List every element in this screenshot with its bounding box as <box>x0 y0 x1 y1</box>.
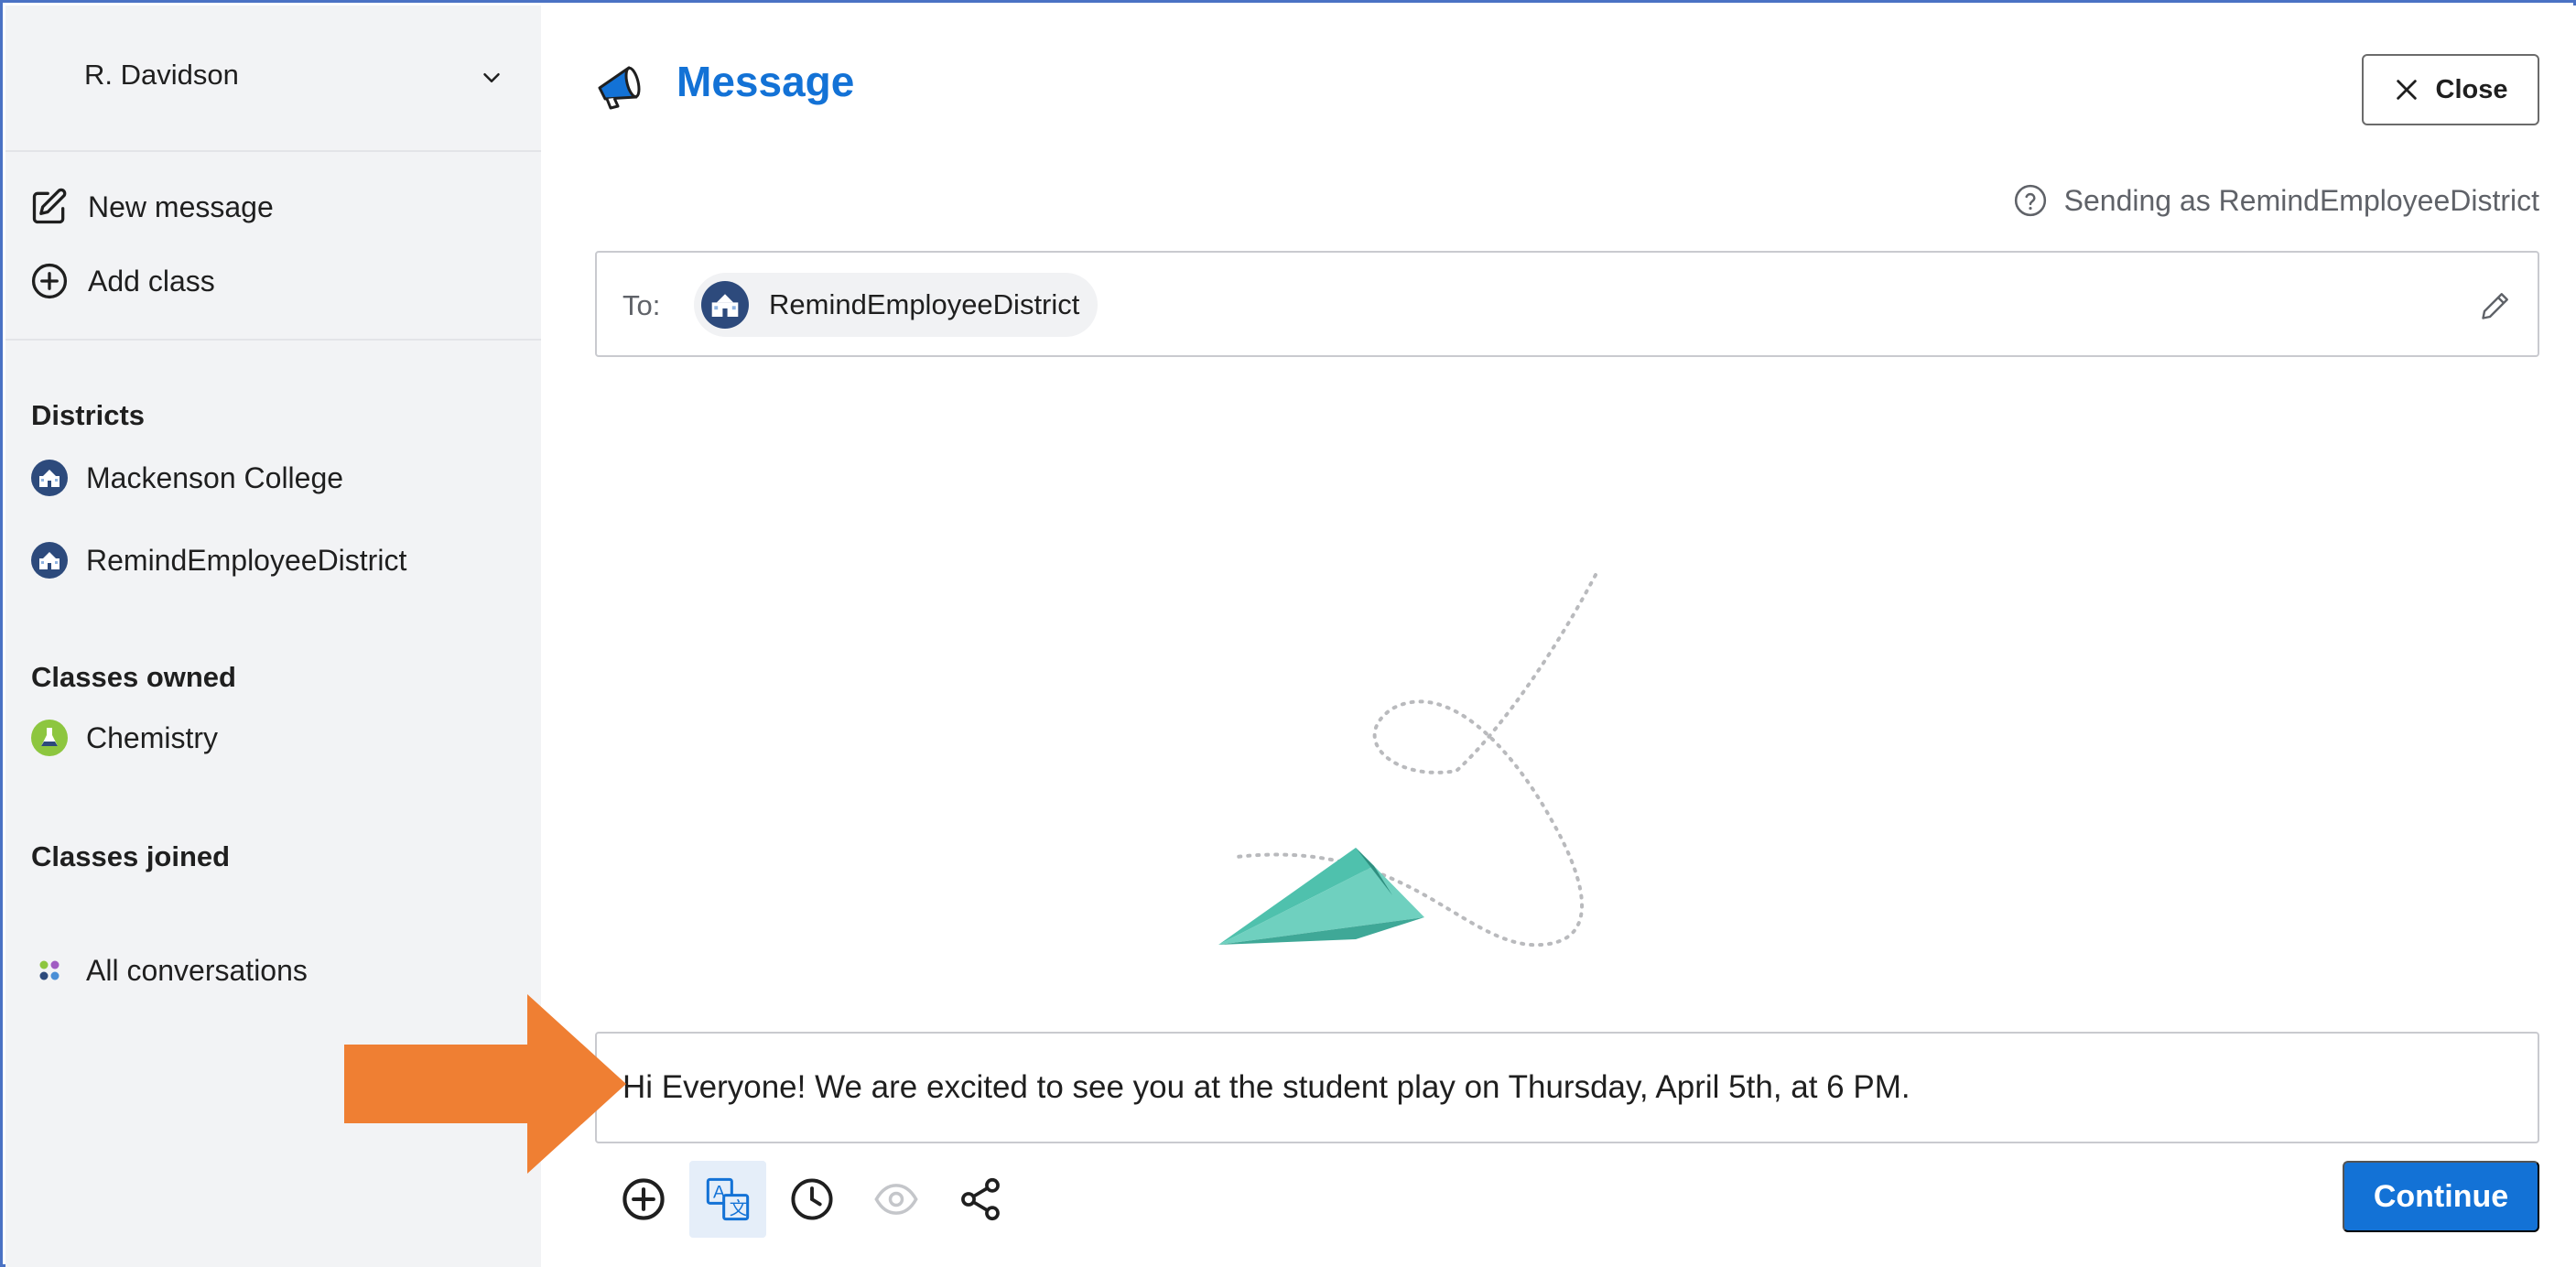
sidebar-item-remindemployeedistrict[interactable]: RemindEmployeeDistrict <box>31 535 406 586</box>
schedule-clock-icon <box>791 1178 833 1220</box>
svg-text:文: 文 <box>730 1198 748 1218</box>
recipient-field[interactable]: To: RemindEmployeeDistrict <box>595 251 2539 357</box>
flask-icon <box>31 720 68 756</box>
compose-icon <box>32 188 67 224</box>
sidebar-item-label: Mackenson College <box>86 460 344 494</box>
school-building-icon <box>31 460 68 496</box>
account-name: R. Davidson <box>84 59 239 91</box>
districts-heading: Districts <box>31 399 146 431</box>
orange-arrow-annotation <box>344 994 626 1174</box>
translate-icon: A文 <box>706 1177 750 1221</box>
school-building-icon <box>701 281 749 329</box>
preview-button[interactable] <box>858 1161 935 1238</box>
grid-dots-icon <box>39 960 60 980</box>
megaphone-icon <box>598 66 641 110</box>
add-class-button[interactable]: Add class <box>29 254 215 309</box>
close-label: Close <box>2435 74 2508 104</box>
new-message-button[interactable]: New message <box>29 179 274 234</box>
share-icon <box>961 1177 1000 1221</box>
composer-toolbar: A文 <box>605 1161 1026 1238</box>
sidebar-item-all-conversations[interactable]: All conversations <box>31 945 308 996</box>
add-attachment-button[interactable] <box>605 1161 682 1238</box>
sidebar-item-label: RemindEmployeeDistrict <box>86 543 407 577</box>
sending-as-info: Sending as RemindEmployeeDistrict <box>2013 183 2539 218</box>
close-icon <box>2396 80 2417 100</box>
recipient-chip[interactable]: RemindEmployeeDistrict <box>694 273 1099 337</box>
classes-owned-heading: Classes owned <box>31 661 236 693</box>
schedule-button[interactable] <box>774 1161 850 1238</box>
sidebar-item-chemistry[interactable]: Chemistry <box>31 712 218 763</box>
sending-as-text: Sending as RemindEmployeeDistrict <box>2063 183 2539 217</box>
new-message-label: New message <box>88 190 274 223</box>
translate-button[interactable]: A文 <box>689 1161 766 1238</box>
preview-eye-icon <box>874 1184 918 1215</box>
app-frame: R. Davidson New message Add class Distri… <box>0 0 2576 1267</box>
message-composer: Message Close Sending as RemindEmployeeD… <box>344 5 2576 1267</box>
message-text: Hi Everyone! We are excited to see you a… <box>622 1069 1910 1105</box>
sidebar-item-label: All conversations <box>86 953 308 987</box>
paper-plane-illustration <box>1218 573 1597 948</box>
account-switcher[interactable]: R. Davidson <box>5 5 541 152</box>
page-title: Message <box>676 58 855 105</box>
recipient-name: RemindEmployeeDistrict <box>769 288 1080 320</box>
share-button[interactable] <box>942 1161 1019 1238</box>
sidebar-item-mackenson-college[interactable]: Mackenson College <box>31 452 343 504</box>
sidebar-item-label: Chemistry <box>86 720 219 754</box>
classes-joined-heading: Classes joined <box>31 840 231 872</box>
school-building-icon <box>31 542 68 579</box>
to-label: To: <box>622 289 661 321</box>
continue-button[interactable]: Continue <box>2343 1161 2539 1232</box>
help-question-icon[interactable] <box>2013 183 2048 218</box>
sidebar-actions: New message Add class <box>5 152 541 341</box>
message-input[interactable]: Hi Everyone! We are excited to see you a… <box>595 1032 2539 1143</box>
add-attachment-icon <box>622 1178 665 1220</box>
close-button[interactable]: Close <box>2362 54 2539 125</box>
pencil-icon[interactable] <box>2479 289 2512 322</box>
add-class-label: Add class <box>88 264 215 298</box>
plus-circle-icon <box>31 263 68 299</box>
chevron-down-icon[interactable] <box>478 64 505 92</box>
